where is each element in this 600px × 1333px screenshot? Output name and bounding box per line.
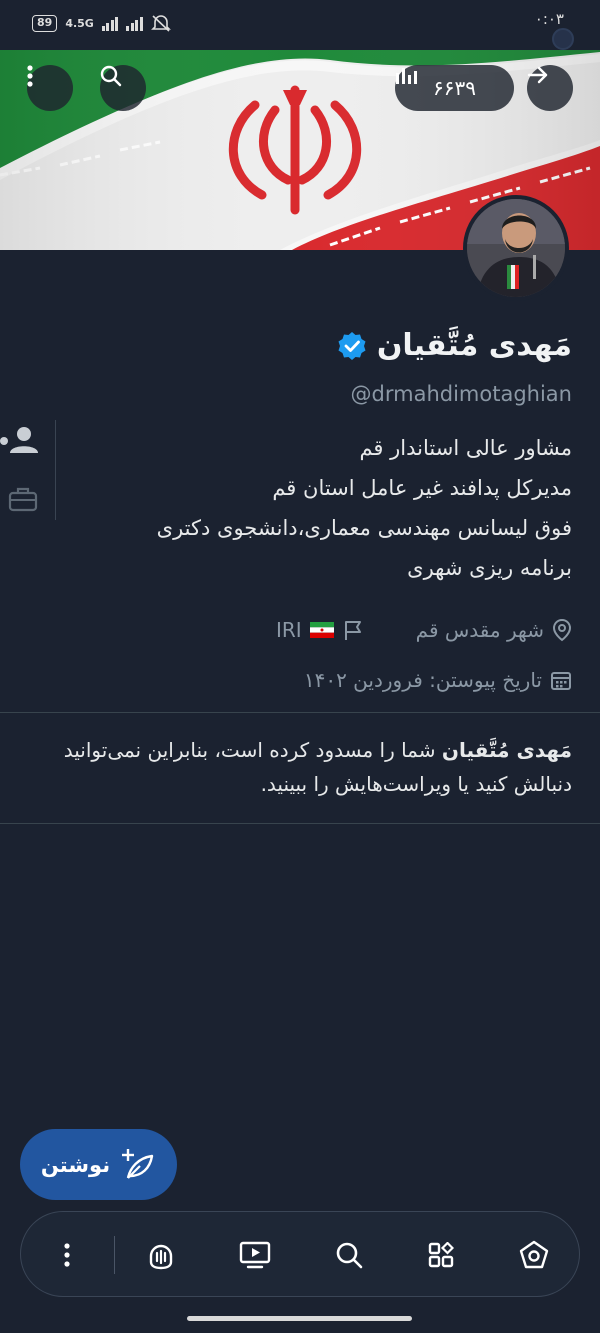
nav-spaces[interactable] [139, 1233, 183, 1277]
compose-button[interactable]: نوشتن [20, 1129, 177, 1200]
calendar-icon [551, 672, 571, 690]
nav-grok[interactable] [419, 1233, 463, 1277]
apps-grid-icon [428, 1242, 454, 1268]
home-indicator [187, 1316, 412, 1321]
bio-line: برنامه ریزی شهری [407, 556, 572, 580]
battery-indicator: 89 [32, 14, 58, 32]
signal-icon-2 [126, 15, 143, 31]
profile-meta-row: شهر مقدس قم IRI [276, 612, 572, 648]
spaces-microphone-icon [149, 1244, 173, 1270]
profile-joined-date: تاریخ پیوستن: فروردین ۱۴۰۲ [303, 668, 542, 692]
view-count: ۶۶۳۹ [433, 76, 476, 100]
briefcase-icon[interactable] [8, 486, 38, 512]
signal-icon [101, 15, 119, 31]
view-count-pill[interactable]: ۶۶۳۹ [395, 65, 514, 111]
status-bar: 89 4.5G ۰:۰۳ [0, 0, 600, 50]
follow-person-icon[interactable] [0, 425, 38, 455]
more-options-button[interactable] [27, 65, 73, 111]
camera-cutout [552, 28, 574, 50]
search-button[interactable] [100, 65, 146, 111]
divider [0, 712, 600, 713]
arrow-right-icon [527, 66, 548, 84]
bio-line: مشاور عالی استاندار قم [359, 436, 572, 460]
search-icon [100, 65, 122, 87]
profile-bio: مشاور عالی استاندار قم مدیرکل پدافند غیر… [72, 428, 572, 588]
bio-line: فوق لیسانس مهندسی معماری،دانشجوی دکتری [156, 516, 572, 540]
video-play-icon [239, 1241, 271, 1269]
search-icon [336, 1242, 363, 1269]
bottom-navigation [20, 1211, 580, 1297]
feather-plus-icon [122, 1148, 154, 1179]
divider [0, 823, 600, 824]
nav-home[interactable] [512, 1233, 556, 1277]
profile-website[interactable]: IRI [276, 618, 302, 642]
nav-video[interactable] [233, 1233, 277, 1277]
compose-label: نوشتن [40, 1152, 111, 1177]
analytics-icon [396, 68, 417, 84]
more-vertical-icon [64, 1243, 70, 1267]
verified-badge-icon[interactable] [337, 331, 367, 361]
profile-joined-row: تاریخ پیوستن: فروردین ۱۴۰۲ [304, 662, 572, 698]
avatar-photo [467, 199, 565, 297]
clock: ۰:۰۳ [534, 10, 564, 28]
side-actions [0, 420, 56, 520]
nav-search[interactable] [327, 1233, 371, 1277]
nav-more[interactable] [45, 1233, 89, 1277]
nav-separator [114, 1236, 115, 1274]
profile-handle: @drmahdimotaghian [350, 382, 572, 406]
avatar[interactable] [463, 195, 569, 301]
bio-line: مدیرکل پدافند غیر عامل استان قم [272, 476, 572, 500]
home-pentagon-icon [519, 1240, 549, 1269]
profile-location: شهر مقدس قم [415, 618, 544, 642]
blocked-notice: مَهدی مُتَّقیان شما را مسدود کرده است، ب… [22, 733, 572, 801]
more-vertical-icon [27, 65, 33, 87]
network-label: 4.5G [65, 16, 94, 30]
back-button[interactable] [527, 65, 573, 111]
blocked-notice-name: مَهدی مُتَّقیان [441, 738, 572, 762]
profile-name: مَهدی مُتَّقیان [376, 328, 572, 363]
iran-flag-emoji-icon [309, 622, 334, 638]
mute-icon [150, 15, 171, 32]
location-icon [552, 618, 572, 642]
flag-outline-icon [344, 621, 361, 640]
profile-name-row: مَهدی مُتَّقیان [337, 328, 572, 363]
